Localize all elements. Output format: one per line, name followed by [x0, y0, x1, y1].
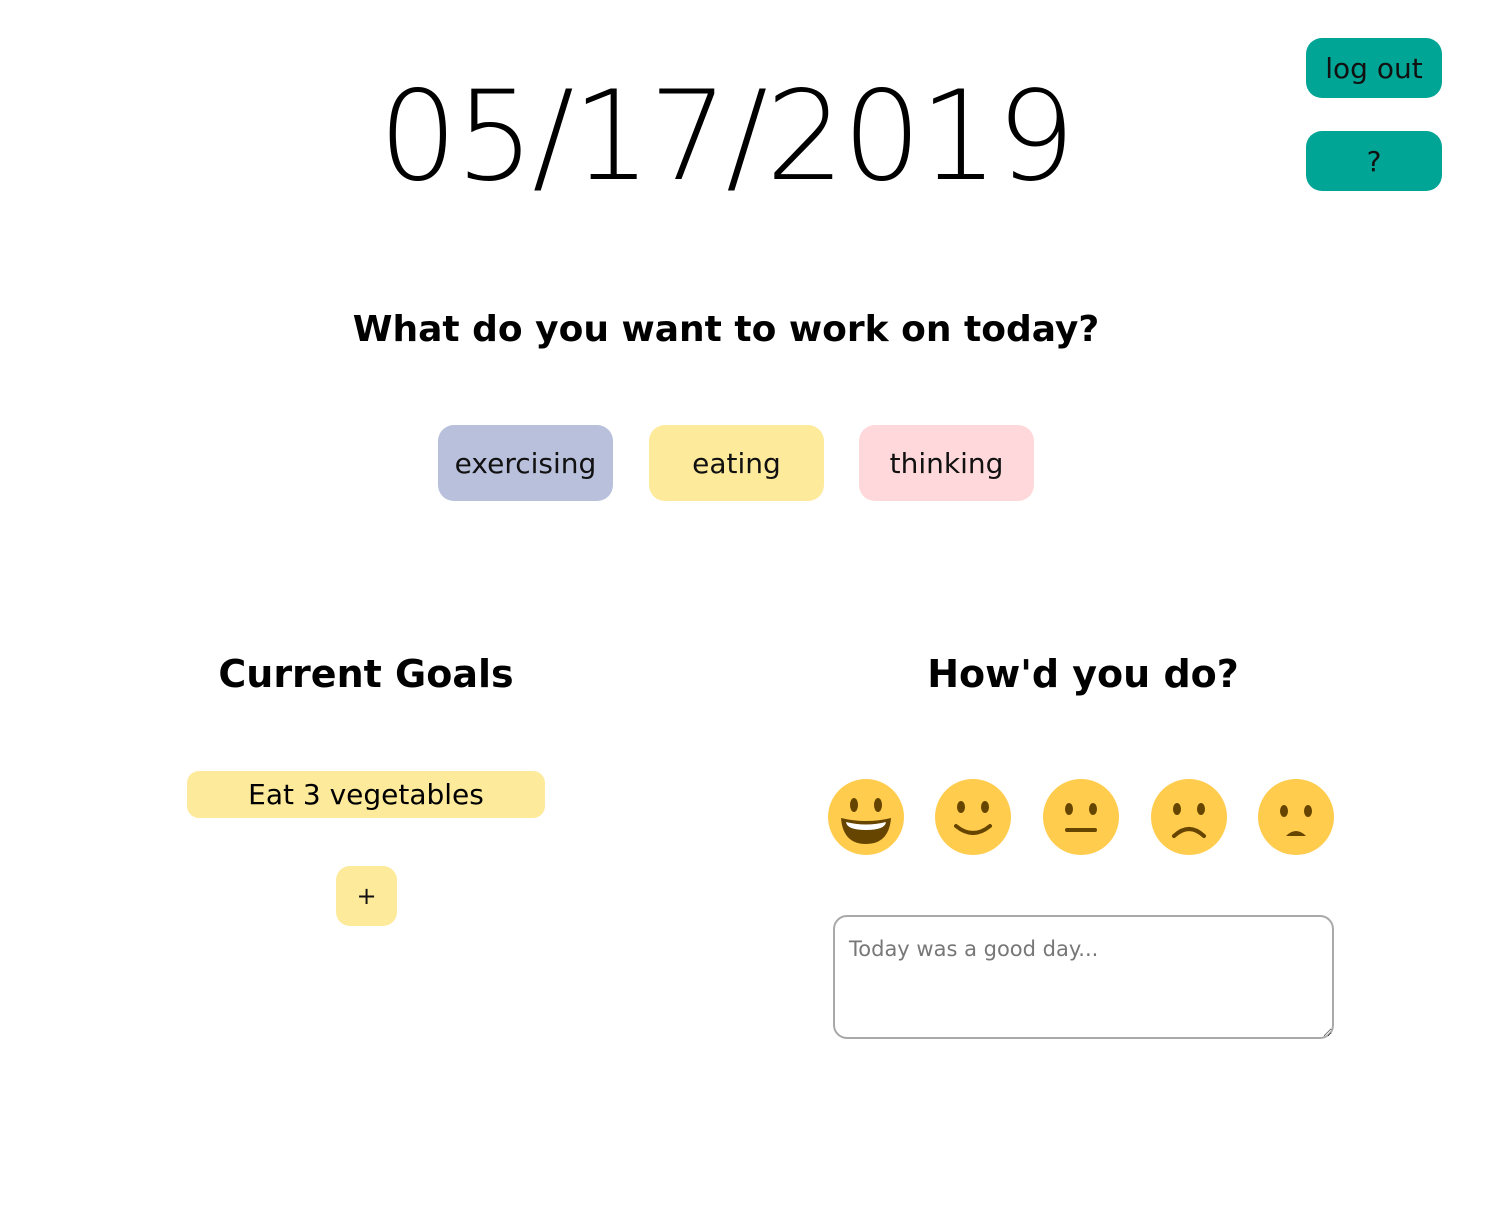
add-goal-button[interactable]: + [336, 866, 397, 926]
mood-slightly-frowning-button[interactable] [1150, 778, 1228, 856]
grinning-face-icon [828, 779, 904, 855]
mood-smiling-button[interactable] [934, 778, 1012, 856]
neutral-face-icon [1043, 779, 1119, 855]
goal-item[interactable]: Eat 3 vegetables [187, 771, 545, 818]
help-button[interactable]: ? [1306, 131, 1442, 191]
slightly-smiling-face-icon [935, 779, 1011, 855]
logout-button[interactable]: log out [1306, 38, 1442, 98]
mood-neutral-button[interactable] [1042, 778, 1120, 856]
reflection-textarea[interactable] [833, 915, 1334, 1039]
current-goals-heading: Current Goals [218, 652, 514, 696]
focus-question: What do you want to work on today? [352, 309, 1100, 350]
category-exercising-button[interactable]: exercising [438, 425, 613, 501]
frowning-face-icon [1258, 779, 1334, 855]
mood-frowning-button[interactable] [1257, 778, 1335, 856]
date-title: 05/17/2019 [378, 65, 1076, 209]
category-eating-button[interactable]: eating [649, 425, 824, 501]
mood-grinning-button[interactable] [827, 778, 905, 856]
how-did-you-do-heading: How'd you do? [927, 652, 1239, 696]
category-thinking-button[interactable]: thinking [859, 425, 1034, 501]
slightly-frowning-face-icon [1151, 779, 1227, 855]
